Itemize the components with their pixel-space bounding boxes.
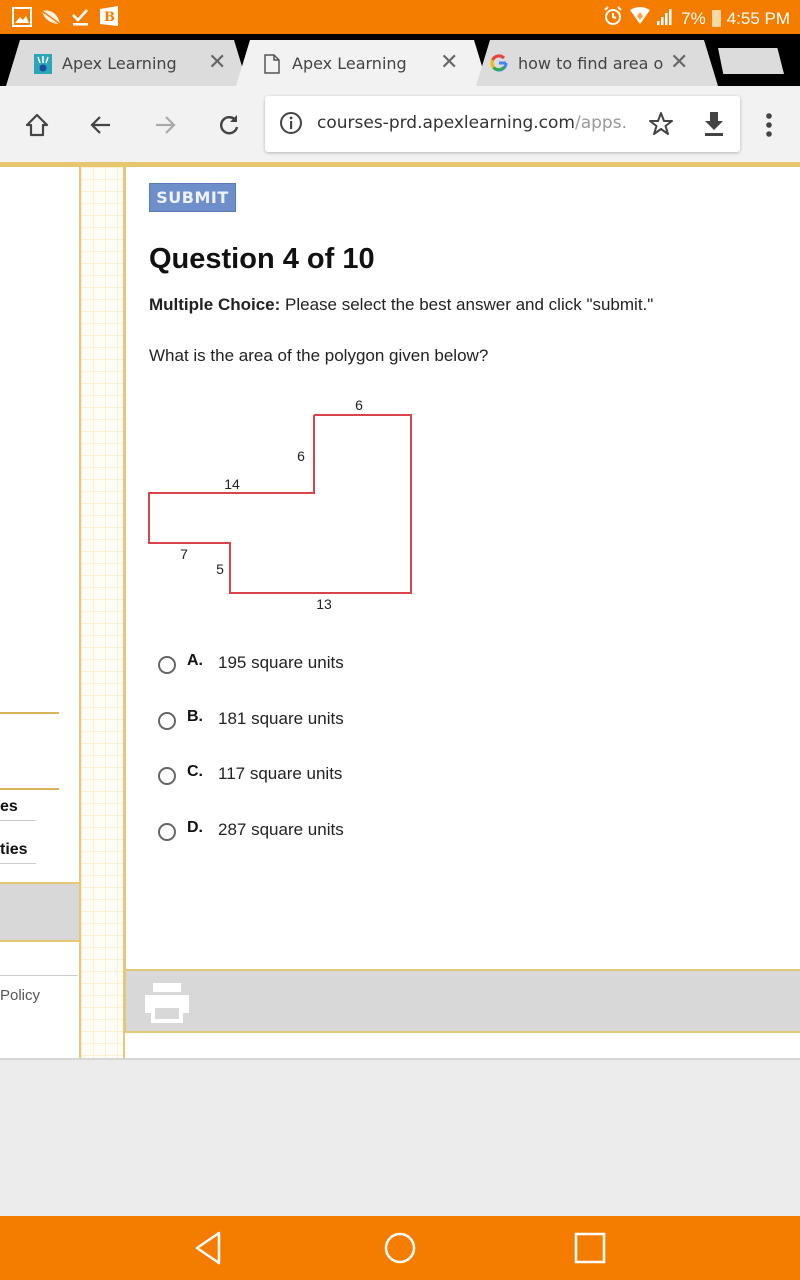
radio-button[interactable] bbox=[158, 823, 176, 841]
divider bbox=[0, 820, 36, 821]
close-tab-icon[interactable]: ✕ bbox=[670, 50, 688, 75]
nav-back-icon bbox=[195, 1231, 221, 1265]
web-page: es ties Policy SUBMIT Question 4 of 10 M… bbox=[0, 162, 800, 1216]
option-letter: C. bbox=[187, 763, 203, 780]
divider bbox=[0, 788, 59, 790]
side-label-bottom: 13 bbox=[316, 596, 332, 612]
left-panel: es ties bbox=[0, 167, 81, 942]
tab-google-search[interactable]: how to find area o ✕ bbox=[476, 40, 718, 86]
home-icon bbox=[25, 113, 49, 137]
tab-title: Apex Learning bbox=[292, 54, 407, 73]
home-button[interactable] bbox=[20, 108, 54, 142]
radio-button[interactable] bbox=[158, 712, 176, 730]
radio-button[interactable] bbox=[158, 767, 176, 785]
answer-option-a[interactable]: A. 195 square units bbox=[158, 652, 344, 674]
battery-percent: 7% bbox=[681, 8, 706, 28]
gallery-icon bbox=[12, 7, 32, 32]
instruction-label: Multiple Choice: bbox=[149, 295, 281, 314]
nav-home-icon bbox=[384, 1232, 416, 1264]
option-letter: A. bbox=[187, 652, 203, 669]
close-tab-icon[interactable]: ✕ bbox=[208, 50, 226, 75]
reload-icon bbox=[220, 115, 239, 135]
side-label-lower-vertical: 5 bbox=[216, 561, 224, 577]
tab-title: how to find area o bbox=[518, 54, 664, 73]
policy-link[interactable]: Policy bbox=[0, 987, 40, 1004]
svg-text:B: B bbox=[104, 10, 115, 25]
page-icon bbox=[264, 54, 282, 74]
question-panel: SUBMIT Question 4 of 10 Multiple Choice:… bbox=[124, 167, 800, 1032]
url-text[interactable]: courses-prd.apexlearning.com/apps. bbox=[317, 113, 635, 133]
answer-option-b[interactable]: B. 181 square units bbox=[158, 708, 344, 730]
browser-toolbar: courses-prd.apexlearning.com/apps. bbox=[0, 86, 800, 162]
nav-back-button[interactable] bbox=[190, 1230, 226, 1266]
battery-icon bbox=[711, 10, 721, 27]
back-arrow-icon bbox=[90, 116, 110, 134]
submit-button[interactable]: SUBMIT bbox=[149, 183, 236, 212]
question-title: Question 4 of 10 bbox=[149, 243, 375, 275]
forward-arrow-icon bbox=[156, 116, 176, 134]
more-vert-icon bbox=[766, 113, 772, 137]
left-panel-item[interactable]: ties bbox=[0, 841, 28, 859]
url-host: courses-prd.apexlearning.com bbox=[317, 113, 575, 133]
option-text: 181 square units bbox=[218, 709, 344, 728]
address-bar[interactable]: courses-prd.apexlearning.com/apps. bbox=[265, 96, 740, 152]
answer-option-c[interactable]: C. 117 square units bbox=[158, 763, 342, 785]
back-button[interactable] bbox=[84, 108, 118, 142]
instructions: Multiple Choice: Please select the best … bbox=[149, 295, 653, 315]
close-tab-icon[interactable]: ✕ bbox=[440, 50, 458, 75]
polygon-figure: 6 6 14 4 7 5 13 bbox=[148, 397, 412, 612]
option-text: 195 square units bbox=[218, 653, 344, 672]
nav-recents-button[interactable] bbox=[572, 1230, 608, 1266]
polygon-outline bbox=[148, 414, 412, 594]
option-letter: D. bbox=[187, 819, 203, 836]
question-prompt: What is the area of the polygon given be… bbox=[149, 346, 489, 365]
divider bbox=[0, 863, 36, 864]
apex-favicon-icon bbox=[34, 54, 52, 74]
forward-button[interactable] bbox=[148, 108, 182, 142]
page-bottom-area bbox=[0, 1058, 800, 1216]
option-letter: B. bbox=[187, 708, 203, 725]
nav-recents-icon bbox=[574, 1232, 606, 1264]
divider bbox=[0, 712, 59, 714]
signal-icon bbox=[657, 7, 675, 30]
google-icon bbox=[490, 54, 508, 74]
left-panel-item[interactable]: es bbox=[0, 798, 18, 816]
answer-option-d[interactable]: D. 287 square units bbox=[158, 819, 344, 841]
divider bbox=[0, 975, 78, 976]
print-bar bbox=[124, 969, 800, 1033]
menu-button[interactable] bbox=[752, 108, 786, 142]
clock: 4:55 PM bbox=[726, 8, 790, 28]
wifi-icon bbox=[629, 7, 651, 30]
info-icon[interactable] bbox=[279, 111, 303, 140]
reload-button[interactable] bbox=[212, 108, 246, 142]
download-done-icon bbox=[70, 7, 90, 32]
leaf-icon bbox=[40, 7, 62, 32]
tab-strip: Apex Learning ✕ Apex Learning ✕ how to f… bbox=[0, 34, 800, 86]
side-label-middle-horizontal: 14 bbox=[224, 476, 240, 492]
tab-apex-learning-1[interactable]: Apex Learning ✕ bbox=[6, 40, 248, 86]
alarm-icon bbox=[603, 6, 623, 31]
option-text: 287 square units bbox=[218, 820, 344, 839]
tab-title: Apex Learning bbox=[62, 54, 177, 73]
side-label-upper-vertical: 6 bbox=[297, 448, 305, 464]
tab-apex-learning-2[interactable]: Apex Learning ✕ bbox=[236, 40, 488, 86]
instruction-text: Please select the best answer and click … bbox=[280, 295, 654, 314]
side-label-lower-horizontal: 7 bbox=[180, 546, 188, 562]
b-app-icon: B bbox=[98, 5, 120, 32]
side-label-top: 6 bbox=[355, 397, 363, 413]
print-icon[interactable] bbox=[144, 983, 190, 1028]
grid-gutter bbox=[79, 167, 125, 1067]
url-path: /apps. bbox=[575, 113, 627, 133]
android-nav-bar bbox=[0, 1216, 800, 1280]
radio-button[interactable] bbox=[158, 656, 176, 674]
bookmark-star-icon[interactable] bbox=[647, 110, 675, 143]
nav-home-button[interactable] bbox=[382, 1230, 418, 1266]
new-tab-button[interactable] bbox=[718, 48, 784, 74]
download-icon[interactable] bbox=[703, 110, 725, 143]
status-bar: B 7% 4:55 PM bbox=[0, 0, 800, 34]
left-panel-footer-bar bbox=[0, 882, 79, 940]
option-text: 117 square units bbox=[218, 764, 343, 783]
